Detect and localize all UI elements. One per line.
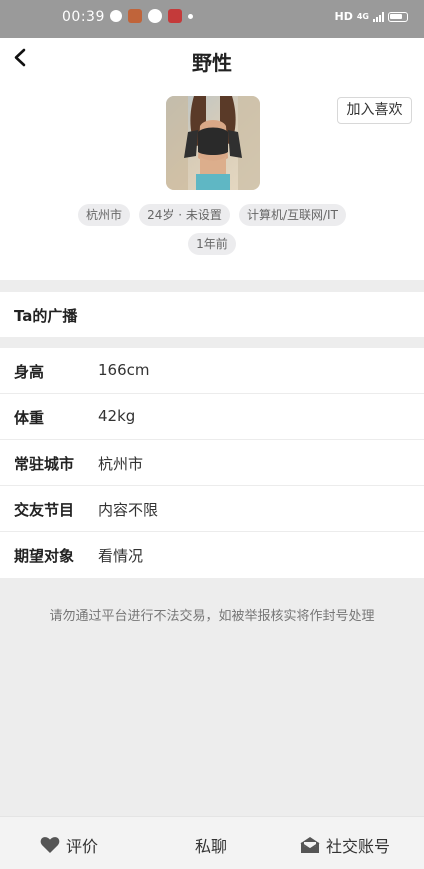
profile-photo[interactable] [166,96,260,190]
profile-card: 加入喜欢 杭州市 24岁 · 未设置 计算机/互联网/IT 1年前 [0,82,424,280]
page-title: 野性 [192,51,232,75]
q-app-icon [110,10,122,22]
tag-occupation: 计算机/互联网/IT [238,204,346,226]
signal-icon [373,11,384,22]
top-nav: 野性 [0,38,424,82]
status-bar: 00:39 HD 4G [0,0,424,38]
status-time: 00:39 [62,9,105,25]
tag-last-active: 1年前 [188,233,236,255]
profile-tags: 杭州市 24岁 · 未设置 计算机/互联网/IT [0,204,424,226]
add-favorite-button[interactable]: 加入喜欢 [337,97,412,124]
more-notifications-icon [188,13,193,19]
info-value: 杭州市 [98,455,144,473]
bottom-action-bar: 评价 私聊 社交账号 [0,816,424,869]
hd-indicator: HD [334,10,353,23]
info-key: 身高 [14,363,45,381]
tag-city: 杭州市 [78,204,131,226]
info-value: 内容不限 [98,501,159,519]
info-key: 交友节目 [14,501,75,519]
notification-icons [110,9,193,23]
warning-notice: 请勿通过平台进行不法交易，如被举报核实将作封号处理 [49,609,375,624]
info-row-city: 常驻城市 杭州市 [0,440,424,486]
broadcast-title: Ta的广播 [14,307,78,325]
info-row-program: 交友节目 内容不限 [0,486,424,532]
info-value: 看情况 [98,547,144,565]
info-key: 体重 [14,409,45,427]
tag-age: 24岁 · 未设置 [139,204,230,226]
profile-tags-row2: 1年前 [0,233,424,255]
chat-label: 私聊 [195,837,228,856]
info-row-height: 身高 166cm [0,348,424,394]
info-row-expectation: 期望对象 看情况 [0,532,424,578]
shop-app-icon [168,9,182,23]
social-account-button[interactable]: 社交账号 [300,833,390,857]
broadcast-section[interactable]: Ta的广播 [0,292,424,337]
envelope-open-icon [300,837,320,853]
info-list: 身高 166cm 体重 42kg 常驻城市 杭州市 交友节目 内容不限 期望对象… [0,348,424,578]
rate-button[interactable]: 评价 [40,833,98,857]
status-right: HD 4G [335,10,408,23]
private-chat-button[interactable]: 私聊 [195,833,227,857]
info-key: 期望对象 [14,547,75,565]
info-key: 常驻城市 [14,455,75,473]
social-label: 社交账号 [326,837,391,856]
battery-icon [388,11,408,22]
app-notification-icon [128,9,142,23]
info-value: 42kg [98,407,136,425]
info-row-weight: 体重 42kg [0,394,424,440]
profile-photo-image [166,96,260,190]
network-type: 4G [356,12,369,21]
info-value: 166cm [98,361,150,379]
heart-icon [40,837,60,853]
browser-icon [148,9,162,23]
rate-label: 评价 [66,837,99,856]
